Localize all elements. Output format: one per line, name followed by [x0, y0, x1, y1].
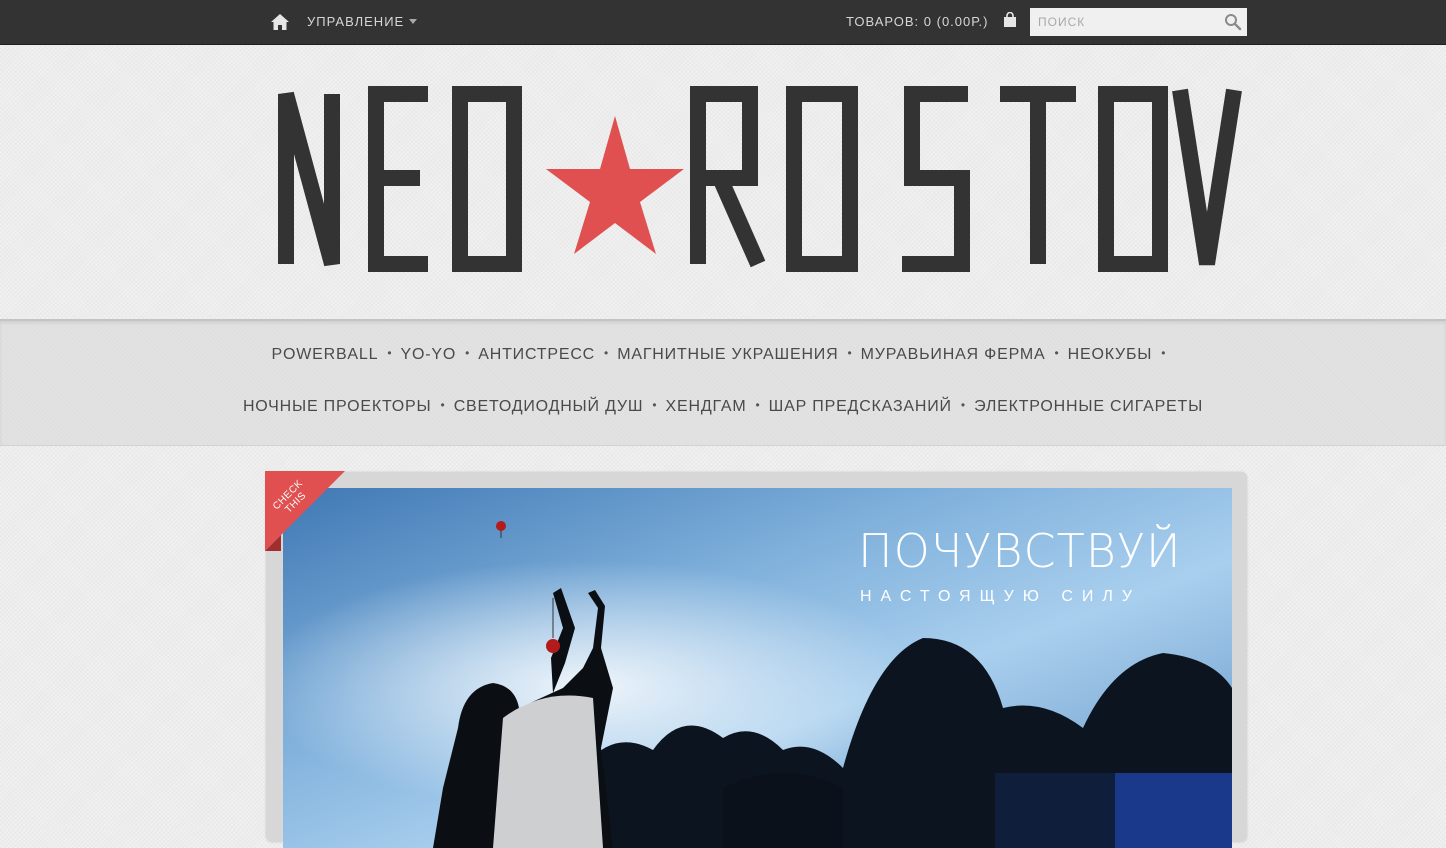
nav-separator: • [652, 398, 657, 412]
category-nav-row-1: POWERBALL • YO-YO • АНТИСТРЕСС • МАГНИТНЫЕ УКР… [0, 346, 1446, 364]
search-input[interactable] [1030, 8, 1226, 36]
category-nav-row-2: НОЧНЫЕ ПРОЕКТОРЫ • СВЕТОДИОДНЫЙ ДУШ • ХЕНДГА… [0, 398, 1446, 416]
category-nav: POWERBALL • YO-YO • АНТИСТРЕСС • МАГНИТНЫЕ УКР… [0, 319, 1446, 446]
cart-summary[interactable]: ТОВАРОВ: 0 (0.00Р.) [846, 14, 988, 29]
nav-separator: • [440, 398, 445, 412]
nav-separator: • [960, 398, 966, 412]
nav-separator: • [1054, 346, 1059, 360]
nav-item-night-projectors[interactable]: НОЧНЫЕ ПРОЕКТОРЫ [243, 398, 432, 416]
manage-menu-label: УПРАВЛЕНИЕ [307, 14, 405, 29]
search-icon[interactable] [1224, 13, 1242, 31]
nav-separator: • [387, 346, 392, 360]
slide-subline: НАСТОЯЩУЮ СИЛУ [860, 588, 1142, 605]
nav-item-led-shower[interactable]: СВЕТОДИОДНЫЙ ДУШ [454, 398, 644, 416]
site-logo[interactable] [272, 78, 1252, 278]
nav-item-yoyo[interactable]: YO-YO [401, 346, 457, 364]
nav-item-magnetic-jewelry[interactable]: МАГНИТНЫЕ УКРАШЕНИЯ [617, 346, 838, 364]
search-box [1030, 8, 1247, 36]
nav-separator: • [604, 346, 609, 360]
chevron-down-icon [409, 19, 418, 24]
slide-headline: ПОЧУВСТВУЙ [858, 524, 1182, 578]
nav-separator: • [847, 346, 852, 360]
nav-item-neocubes[interactable]: НЕОКУБЫ [1068, 346, 1153, 364]
nav-item-ant-farm[interactable]: МУРАВЬИНАЯ ФЕРМА [861, 346, 1046, 364]
nav-separator: • [1161, 346, 1166, 360]
top-bar: УПРАВЛЕНИЕ ТОВАРОВ: 0 (0.00Р.) [0, 0, 1446, 45]
nav-separator: • [465, 346, 470, 360]
nav-item-powerball[interactable]: POWERBALL [272, 346, 379, 364]
star-icon [546, 116, 684, 254]
home-icon[interactable] [270, 12, 290, 32]
nav-item-handgum[interactable]: ХЕНДГАМ [666, 398, 747, 416]
nav-item-magic-ball[interactable]: ШАР ПРЕДСКАЗАНИЙ [769, 398, 952, 416]
shopping-bag-icon[interactable] [1003, 12, 1017, 28]
manage-menu[interactable]: УПРАВЛЕНИЕ [307, 14, 418, 29]
nav-item-antistress[interactable]: АНТИСТРЕСС [478, 346, 595, 364]
nav-item-e-cigarettes[interactable]: ЭЛЕКТРОННЫЕ СИГАРЕТЫ [974, 398, 1203, 416]
nav-separator: • [755, 398, 760, 412]
